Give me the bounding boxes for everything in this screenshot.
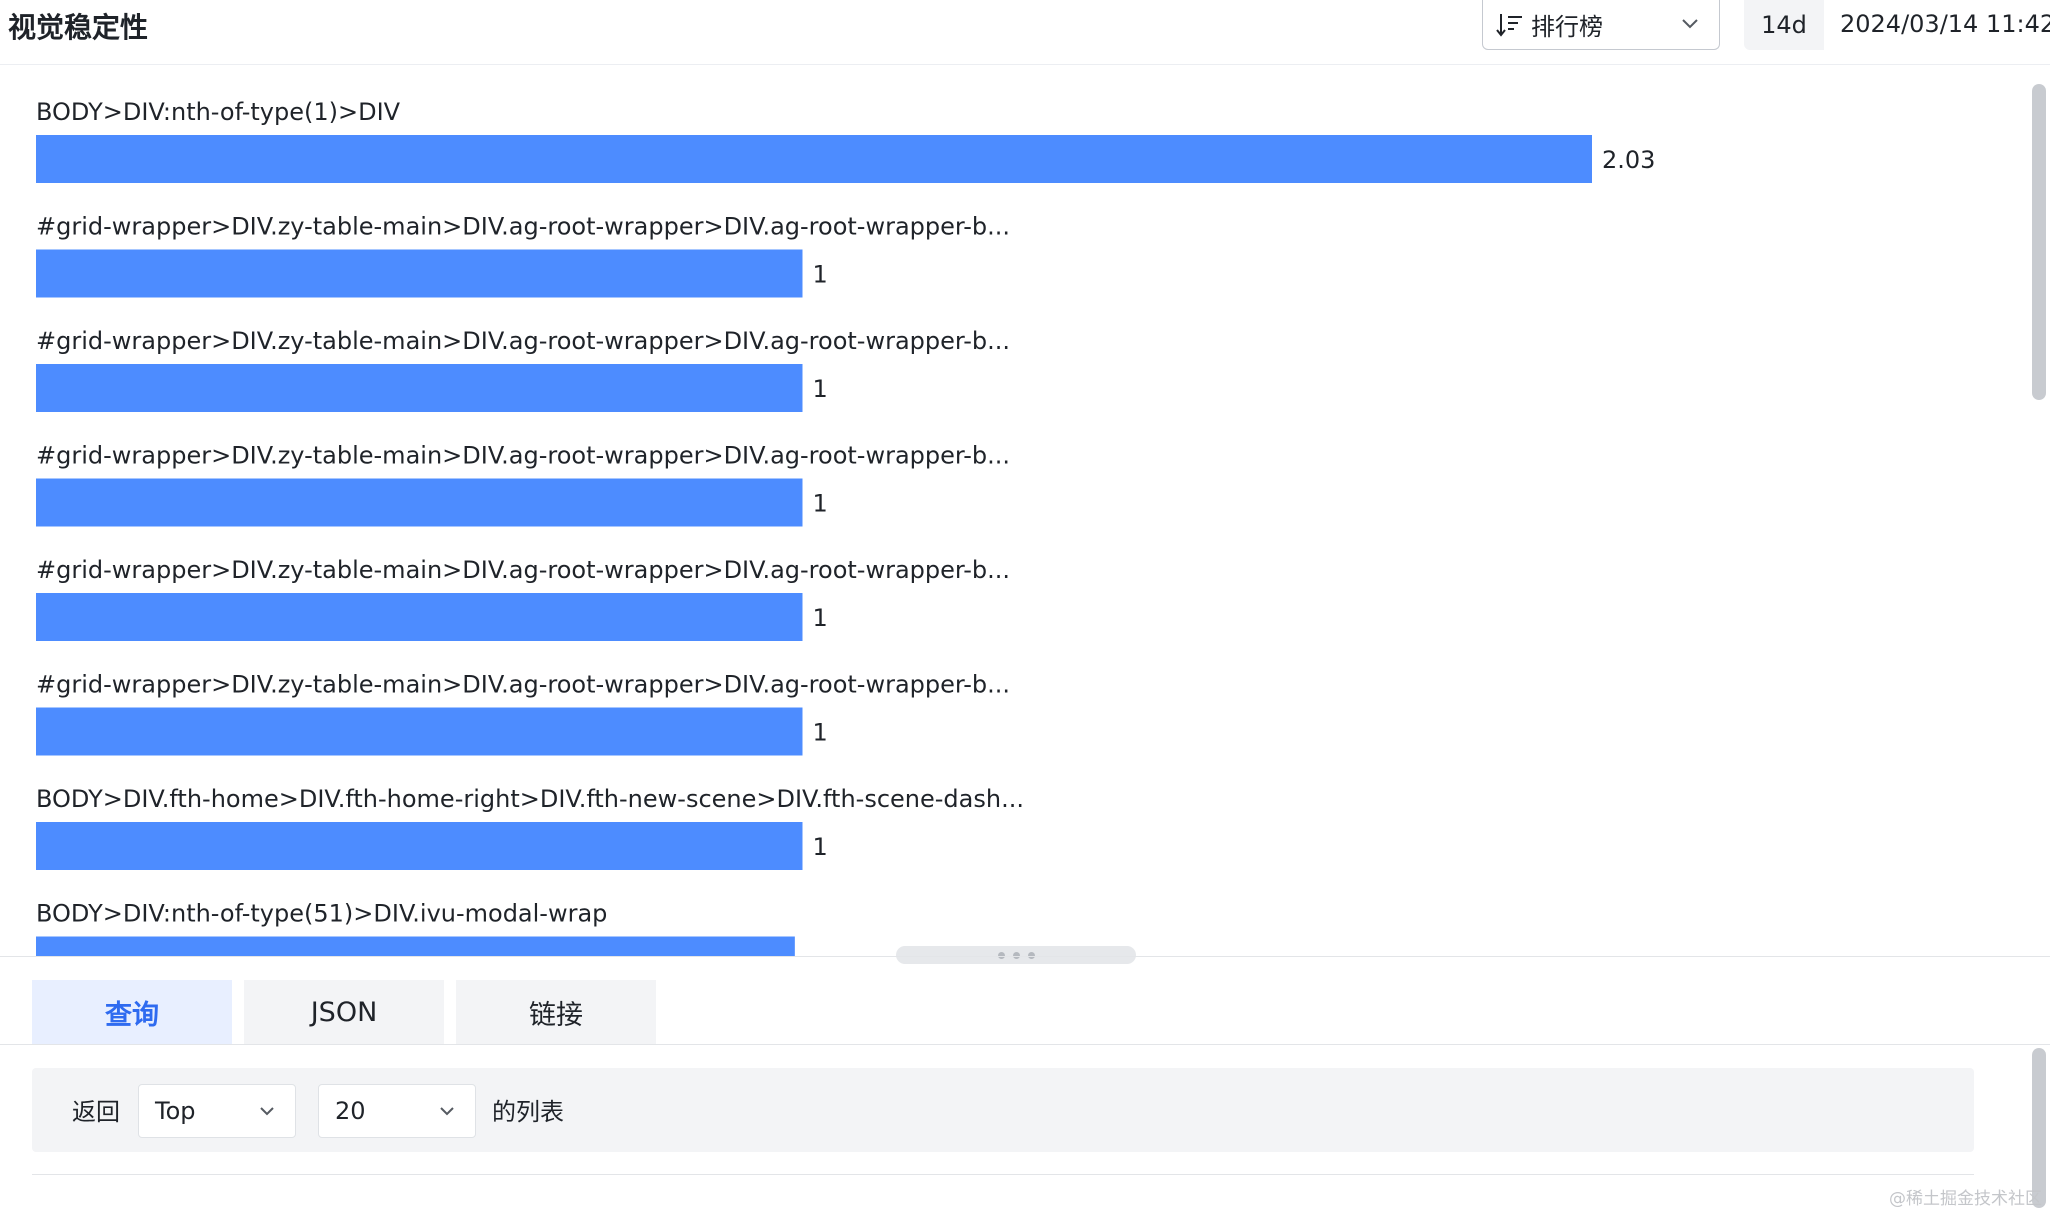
sort-mode-label: 排行榜	[1531, 13, 1603, 41]
tab-link[interactable]: 链接	[456, 980, 656, 1044]
bar[interactable]	[36, 364, 803, 412]
bar-value-label: 1	[813, 604, 828, 632]
datetime-range[interactable]: 2024/03/14 11:42:4	[1840, 10, 2050, 38]
bar-category-label: BODY>DIV.fth-home>DIV.fth-home-right>DIV…	[36, 785, 1024, 813]
bar-value-label: 1	[813, 375, 828, 403]
bar[interactable]	[36, 593, 803, 641]
query-prefix-label: 返回	[72, 1098, 120, 1126]
bar-value-label: 1	[813, 833, 828, 861]
count-select-value: 20	[335, 1097, 366, 1125]
handle-dot	[1027, 951, 1035, 959]
order-select-value: Top	[155, 1097, 196, 1125]
bar-value-label: 1	[813, 261, 828, 289]
chevron-down-icon	[1682, 19, 1698, 29]
bar-category-label: #grid-wrapper>DIV.zy-table-main>DIV.ag-r…	[36, 213, 1010, 241]
handle-dot	[997, 951, 1005, 959]
bar[interactable]	[36, 249, 803, 298]
bar-category-label: #grid-wrapper>DIV.zy-table-main>DIV.ag-r…	[36, 671, 1010, 699]
chart-scrollbar-thumb[interactable]	[2032, 84, 2046, 400]
page-title: 视觉稳定性	[8, 11, 149, 44]
bar[interactable]	[36, 478, 803, 527]
bar-value-label: 1	[813, 490, 828, 518]
bar[interactable]	[36, 135, 1592, 183]
panel-divider	[0, 956, 2050, 957]
bar[interactable]	[36, 707, 803, 756]
sort-mode-select[interactable]: 排行榜	[1482, 0, 1720, 50]
query-builder: 返回 Top 20 的列表	[32, 1068, 1974, 1152]
bar-value-label: 2.03	[1602, 146, 1655, 174]
query-tabs: 查询 JSON 链接	[32, 980, 656, 1044]
bar-category-label: BODY>DIV:nth-of-type(1)>DIV	[36, 98, 401, 126]
bar-category-label: #grid-wrapper>DIV.zy-table-main>DIV.ag-r…	[36, 556, 1010, 584]
watermark: @稀土掘金技术社区	[1889, 1189, 2042, 1209]
bar[interactable]	[36, 936, 795, 957]
query-panel-divider	[32, 1174, 1974, 1175]
bar-chart: BODY>DIV:nth-of-type(1)>DIV 2.03 #grid-wra…	[0, 66, 2050, 956]
tab-json[interactable]: JSON	[244, 980, 444, 1044]
bar-category-label: BODY>DIV:nth-of-type(51)>DIV.ivu-modal-w…	[36, 900, 607, 928]
tab-query[interactable]: 查询	[32, 980, 232, 1044]
count-select[interactable]: 20	[318, 1084, 476, 1138]
bar-value-label: 1	[813, 719, 828, 747]
query-suffix-label: 的列表	[492, 1098, 564, 1126]
chevron-down-icon	[440, 1107, 454, 1116]
time-range-button[interactable]: 14d	[1744, 0, 1824, 50]
bar-category-label: #grid-wrapper>DIV.zy-table-main>DIV.ag-r…	[36, 327, 1010, 355]
bar-category-label: #grid-wrapper>DIV.zy-table-main>DIV.ag-r…	[36, 442, 1010, 470]
bar-chart-svg: BODY>DIV:nth-of-type(1)>DIV 2.03 #grid-wra…	[36, 98, 1655, 957]
bar[interactable]	[36, 822, 803, 870]
order-select[interactable]: Top	[138, 1084, 296, 1138]
tabs-divider	[0, 1044, 2050, 1045]
panel-resize-handle[interactable]	[896, 946, 1136, 964]
chevron-down-icon	[260, 1107, 274, 1116]
sort-descending-icon	[1496, 13, 1522, 37]
top-bar: 视觉稳定性 排行榜 14d 2024/03/14 11:42:4	[0, 0, 2050, 65]
handle-dot	[1012, 951, 1020, 959]
chart-scrollbar[interactable]	[2026, 78, 2050, 956]
